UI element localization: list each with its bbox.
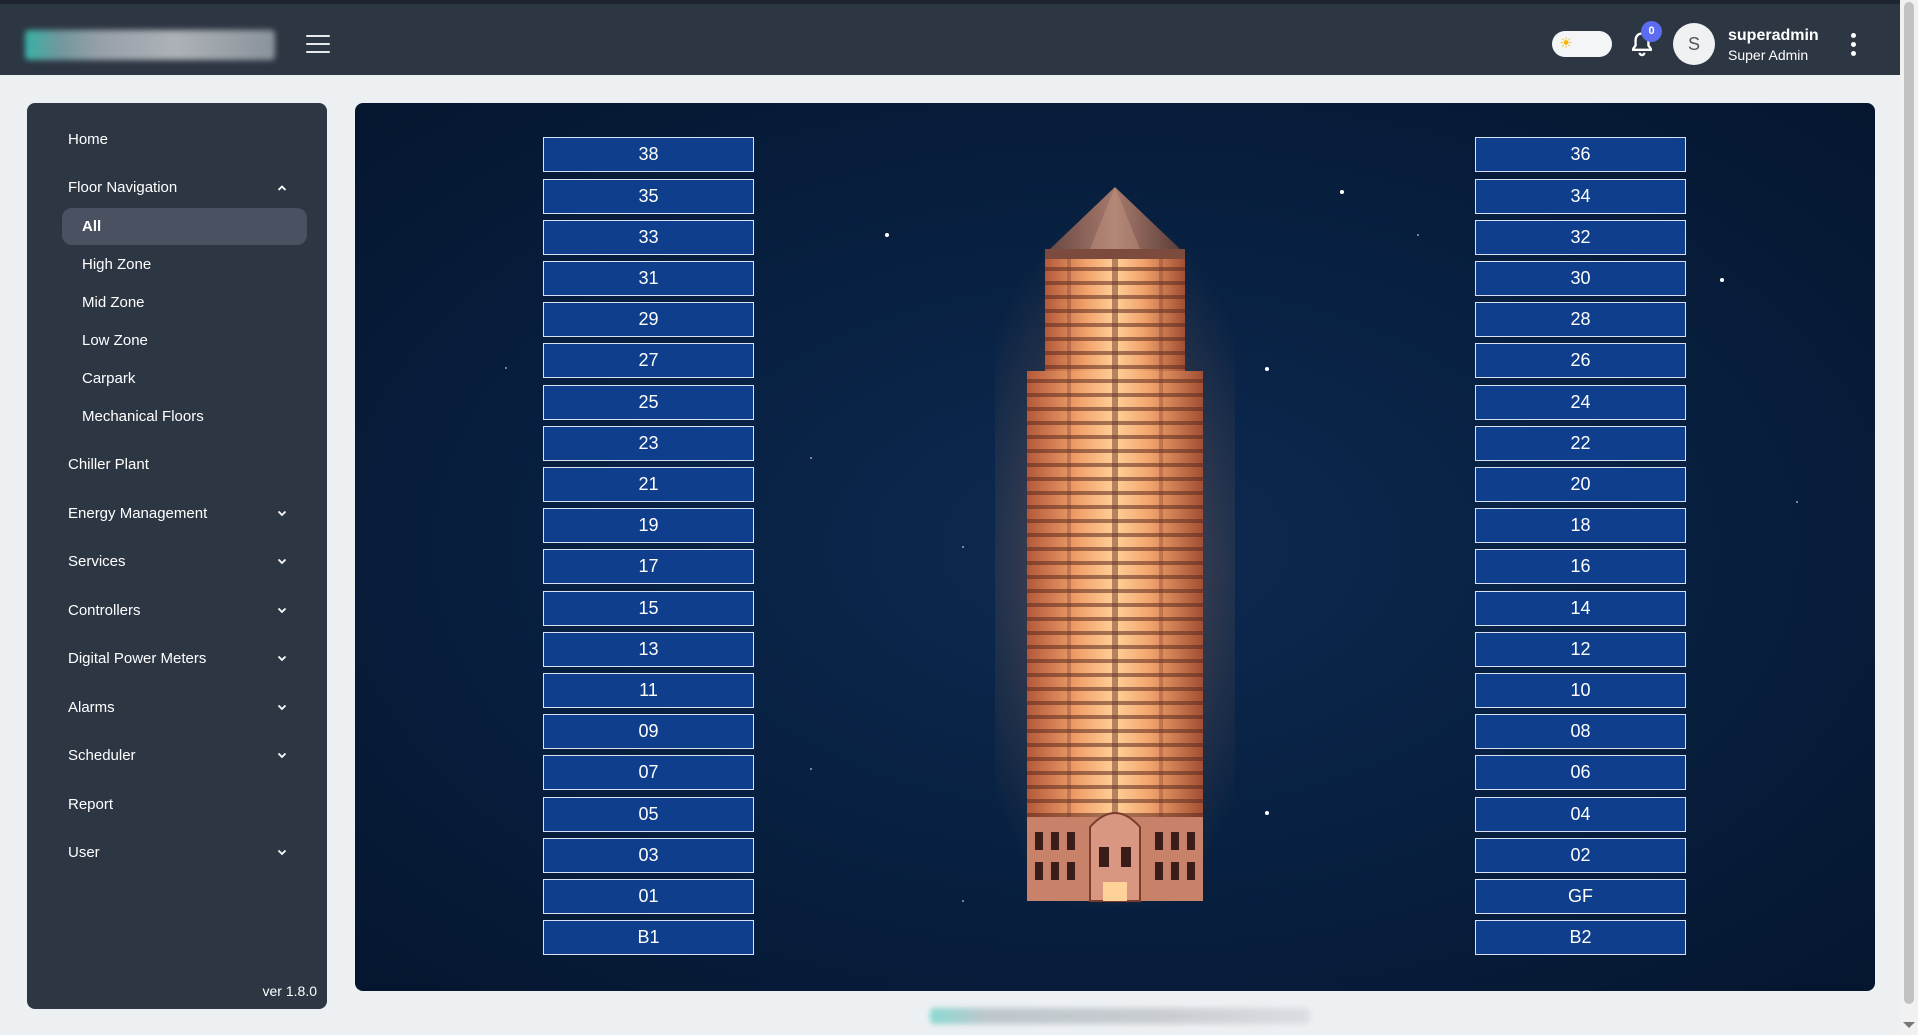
top-bar: ☀ 0 S superadmin Super Admin	[0, 0, 1900, 75]
scrollbar-thumb[interactable]	[1904, 2, 1914, 1004]
star-decoration	[810, 768, 812, 770]
floor-button-21[interactable]: 21	[543, 467, 754, 502]
footer-brand-blurred	[930, 1008, 1310, 1024]
menu-toggle-button[interactable]	[306, 35, 330, 54]
floor-button-26[interactable]: 26	[1475, 343, 1686, 378]
floor-button-02[interactable]: 02	[1475, 838, 1686, 873]
sidebar-item-floor-navigation[interactable]: Floor Navigation	[68, 179, 177, 196]
sidebar-item-controllers[interactable]: Controllers	[68, 602, 141, 619]
sidebar-item-digital-power-meters[interactable]: Digital Power Meters	[68, 650, 206, 667]
floor-button-30[interactable]: 30	[1475, 261, 1686, 296]
chevron-down-icon[interactable]	[277, 556, 287, 566]
floor-button-04[interactable]: 04	[1475, 797, 1686, 832]
brand-logo	[25, 30, 275, 60]
sidebar-sub-item-carpark[interactable]: Carpark	[82, 370, 135, 387]
chevron-down-icon[interactable]	[277, 702, 287, 712]
floor-button-29[interactable]: 29	[543, 302, 754, 337]
sidebar-item-report[interactable]: Report	[68, 796, 113, 813]
sidebar-sub-item-mid-zone[interactable]: Mid Zone	[82, 294, 145, 311]
sidebar: Home Floor Navigation All High Zone Mid …	[27, 103, 327, 1009]
notification-badge: 0	[1641, 21, 1662, 42]
star-decoration	[505, 367, 507, 369]
floor-button-20[interactable]: 20	[1475, 467, 1686, 502]
floor-navigation-panel: 38 35 33 31 29 27 25 23 21 19 17 15 13 1…	[355, 103, 1875, 991]
floor-button-b1[interactable]: B1	[543, 920, 754, 955]
floor-button-06[interactable]: 06	[1475, 755, 1686, 790]
floor-button-35[interactable]: 35	[543, 179, 754, 214]
star-decoration	[1265, 811, 1269, 815]
user-role: Super Admin	[1728, 47, 1809, 63]
sidebar-item-alarms[interactable]: Alarms	[68, 699, 115, 716]
floor-button-13[interactable]: 13	[543, 632, 754, 667]
floor-button-24[interactable]: 24	[1475, 385, 1686, 420]
sidebar-item-energy-management[interactable]: Energy Management	[68, 505, 207, 522]
floor-button-08[interactable]: 08	[1475, 714, 1686, 749]
star-decoration	[1417, 234, 1419, 236]
star-decoration	[1340, 190, 1344, 194]
floor-button-18[interactable]: 18	[1475, 508, 1686, 543]
chevron-down-icon[interactable]	[277, 653, 287, 663]
star-decoration	[1796, 501, 1798, 503]
floor-button-32[interactable]: 32	[1475, 220, 1686, 255]
sidebar-item-user[interactable]: User	[68, 844, 100, 861]
floor-button-12[interactable]: 12	[1475, 632, 1686, 667]
sidebar-sub-item-all[interactable]: All	[82, 218, 101, 235]
floor-button-01[interactable]: 01	[543, 879, 754, 914]
floor-button-07[interactable]: 07	[543, 755, 754, 790]
floor-button-25[interactable]: 25	[543, 385, 754, 420]
chevron-down-icon[interactable]	[277, 847, 287, 857]
floor-button-14[interactable]: 14	[1475, 591, 1686, 626]
floor-button-27[interactable]: 27	[543, 343, 754, 378]
version-label: ver 1.8.0	[262, 983, 317, 999]
chevron-up-icon[interactable]	[277, 183, 287, 193]
floor-button-05[interactable]: 05	[543, 797, 754, 832]
sun-icon: ☀	[1559, 35, 1573, 52]
star-decoration	[1720, 278, 1724, 282]
more-options-button[interactable]	[1846, 33, 1860, 59]
sidebar-sub-item-mechanical-floors[interactable]: Mechanical Floors	[82, 408, 204, 425]
floor-button-09[interactable]: 09	[543, 714, 754, 749]
star-decoration	[962, 900, 964, 902]
floor-button-23[interactable]: 23	[543, 426, 754, 461]
floor-button-b2[interactable]: B2	[1475, 920, 1686, 955]
sidebar-item-scheduler[interactable]: Scheduler	[68, 747, 136, 764]
sidebar-item-chiller-plant[interactable]: Chiller Plant	[68, 456, 149, 473]
floor-button-34[interactable]: 34	[1475, 179, 1686, 214]
star-decoration	[885, 233, 889, 237]
star-decoration	[810, 457, 812, 459]
sidebar-item-home[interactable]: Home	[68, 131, 108, 148]
floor-button-17[interactable]: 17	[543, 549, 754, 584]
kebab-icon	[1850, 33, 1856, 38]
theme-toggle[interactable]: ☀	[1552, 31, 1612, 57]
floor-button-19[interactable]: 19	[543, 508, 754, 543]
sidebar-sub-item-high-zone[interactable]: High Zone	[82, 256, 151, 273]
floor-button-22[interactable]: 22	[1475, 426, 1686, 461]
floor-button-28[interactable]: 28	[1475, 302, 1686, 337]
chevron-down-icon[interactable]	[277, 508, 287, 518]
building-illustration	[995, 187, 1235, 907]
chevron-down-icon[interactable]	[277, 605, 287, 615]
sidebar-sub-item-low-zone[interactable]: Low Zone	[82, 332, 148, 349]
floor-button-10[interactable]: 10	[1475, 673, 1686, 708]
floor-button-15[interactable]: 15	[543, 591, 754, 626]
hamburger-icon	[306, 35, 330, 37]
floor-button-11[interactable]: 11	[543, 673, 754, 708]
floor-button-36[interactable]: 36	[1475, 137, 1686, 172]
floor-button-16[interactable]: 16	[1475, 549, 1686, 584]
sidebar-item-services[interactable]: Services	[68, 553, 126, 570]
chevron-down-icon[interactable]	[277, 750, 287, 760]
avatar[interactable]: S	[1673, 23, 1715, 65]
floor-button-gf[interactable]: GF	[1475, 879, 1686, 914]
floor-button-31[interactable]: 31	[543, 261, 754, 296]
floor-button-03[interactable]: 03	[543, 838, 754, 873]
floor-button-38[interactable]: 38	[543, 137, 754, 172]
floor-button-33[interactable]: 33	[543, 220, 754, 255]
scroll-down-arrow-icon[interactable]	[1903, 1022, 1915, 1028]
star-decoration	[962, 546, 964, 548]
star-decoration	[1265, 367, 1269, 371]
user-name: superadmin	[1728, 27, 1819, 44]
